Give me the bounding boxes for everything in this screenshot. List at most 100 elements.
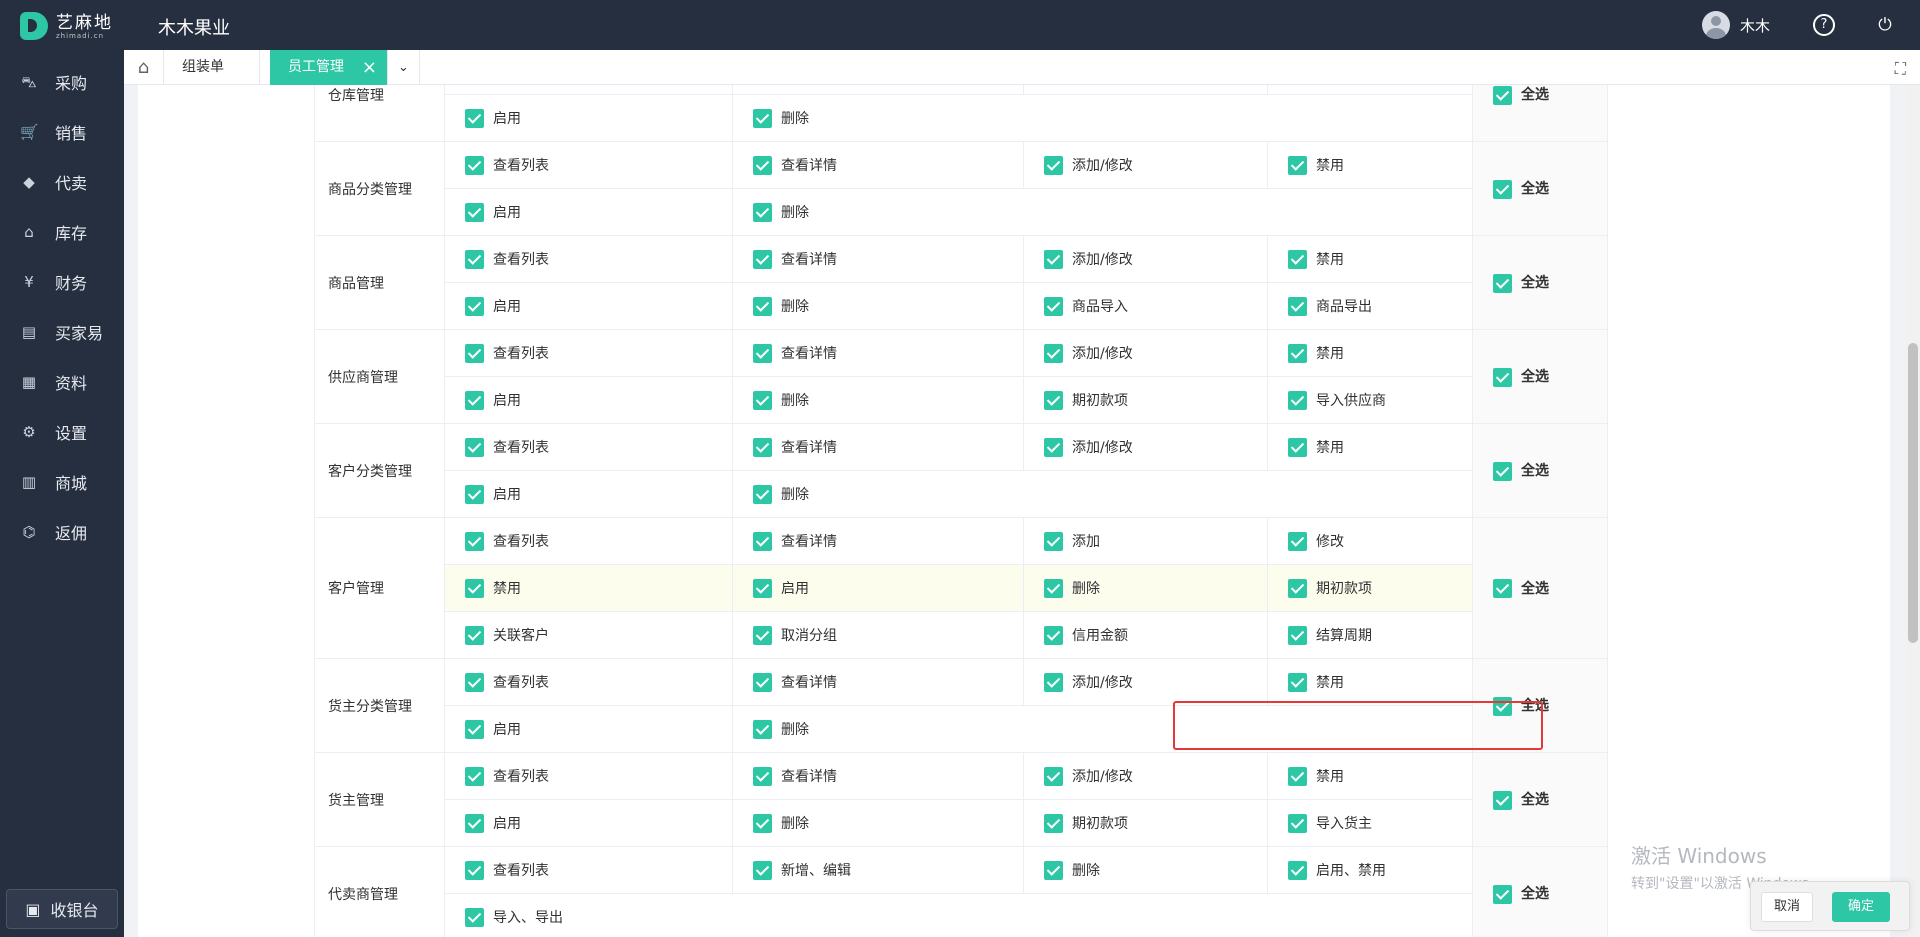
checkbox[interactable]: [753, 203, 772, 223]
checkbox[interactable]: [1044, 626, 1063, 646]
cashier-button[interactable]: ▣ 收银台: [6, 889, 118, 929]
permission-item[interactable]: 禁用: [1267, 141, 1473, 189]
permission-item[interactable]: 查看列表: [444, 517, 733, 565]
permission-item[interactable]: 查看列表: [444, 752, 733, 800]
permission-item[interactable]: 查看列表: [444, 846, 733, 894]
checkbox[interactable]: [753, 814, 772, 834]
checkbox[interactable]: [753, 156, 772, 176]
select-all[interactable]: 全选: [1472, 141, 1608, 236]
checkbox[interactable]: [465, 814, 484, 834]
checkbox[interactable]: [465, 297, 484, 317]
checkbox[interactable]: [465, 861, 484, 881]
checkbox[interactable]: [1493, 273, 1512, 293]
checkbox[interactable]: [465, 579, 484, 599]
checkbox[interactable]: [1044, 391, 1063, 411]
permission-item[interactable]: 查看列表: [444, 235, 733, 283]
checkbox[interactable]: [753, 344, 772, 364]
permission-item[interactable]: 查看列表: [444, 141, 733, 189]
permission-item[interactable]: 禁用: [1267, 752, 1473, 800]
permission-item[interactable]: 查看详情: [732, 517, 1024, 565]
checkbox[interactable]: [1044, 579, 1063, 599]
permission-item[interactable]: 启用: [444, 282, 733, 330]
permission-item[interactable]: 导入货主: [1267, 799, 1473, 847]
checkbox[interactable]: [1493, 179, 1512, 199]
checkbox[interactable]: [753, 626, 772, 646]
permission-item[interactable]: 启用: [444, 705, 733, 753]
sidebar-item-6[interactable]: ▦ 资料: [0, 357, 124, 407]
sidebar-item-5[interactable]: ▤ 买家易: [0, 307, 124, 357]
sidebar-item-2[interactable]: ◆ 代卖: [0, 157, 124, 207]
checkbox[interactable]: [465, 250, 484, 270]
permission-item[interactable]: 添加/修改: [1023, 235, 1268, 283]
permission-item[interactable]: 修改: [1267, 517, 1473, 565]
checkbox[interactable]: [1044, 297, 1063, 317]
confirm-button[interactable]: 确定: [1832, 892, 1890, 922]
checkbox[interactable]: [1288, 673, 1307, 693]
select-all[interactable]: 全选: [1472, 846, 1608, 937]
permission-item[interactable]: 启用: [444, 799, 733, 847]
checkbox[interactable]: [1044, 532, 1063, 552]
checkbox[interactable]: [465, 344, 484, 364]
permission-item[interactable]: 查看详情: [732, 658, 1024, 706]
permission-item[interactable]: 查看详情: [732, 329, 1024, 377]
user-menu[interactable]: 木木: [1701, 11, 1770, 39]
checkbox[interactable]: [1493, 85, 1512, 105]
sidebar-item-8[interactable]: ▥ 商城: [0, 457, 124, 507]
checkbox[interactable]: [1493, 461, 1512, 481]
checkbox[interactable]: [1288, 532, 1307, 552]
scroll-thumb[interactable]: [1908, 343, 1918, 643]
checkbox[interactable]: [465, 485, 484, 505]
checkbox[interactable]: [753, 250, 772, 270]
checkbox[interactable]: [1288, 344, 1307, 364]
permission-item[interactable]: 查看详情: [732, 141, 1024, 189]
checkbox[interactable]: [1044, 673, 1063, 693]
permission-item[interactable]: 添加/修改: [1023, 329, 1268, 377]
permission-item[interactable]: 禁用: [1267, 423, 1473, 471]
checkbox[interactable]: [753, 391, 772, 411]
select-all[interactable]: 全选: [1472, 235, 1608, 330]
checkbox[interactable]: [1044, 344, 1063, 364]
permission-item[interactable]: 查看列表: [444, 423, 733, 471]
fullscreen-icon[interactable]: ⛶: [1895, 59, 1906, 79]
permission-item[interactable]: 商品导出: [1267, 282, 1473, 330]
permission-item[interactable]: 删除: [732, 799, 1024, 847]
checkbox[interactable]: [1288, 861, 1307, 881]
permission-item[interactable]: 禁用: [1267, 658, 1473, 706]
permission-item[interactable]: 禁用: [1267, 235, 1473, 283]
checkbox[interactable]: [1288, 250, 1307, 270]
scrollbar[interactable]: [1906, 85, 1920, 937]
permission-item[interactable]: 启用: [444, 94, 733, 142]
permission-item[interactable]: 商品导入: [1023, 282, 1268, 330]
power-icon[interactable]: ⏻: [1874, 14, 1896, 36]
checkbox[interactable]: [1044, 767, 1063, 787]
checkbox[interactable]: [465, 720, 484, 740]
checkbox[interactable]: [753, 767, 772, 787]
permission-item[interactable]: 禁用: [444, 564, 733, 612]
chevron-down-icon[interactable]: ⌄: [388, 50, 420, 85]
permission-item[interactable]: 删除: [732, 282, 1024, 330]
permission-item[interactable]: 导入供应商: [1267, 376, 1473, 424]
permission-item[interactable]: 删除: [732, 94, 1473, 142]
select-all[interactable]: 全选: [1472, 752, 1608, 847]
permission-item[interactable]: 导入、导出: [444, 893, 1473, 937]
home-icon[interactable]: ⌂: [124, 50, 164, 85]
permission-item[interactable]: 结算周期: [1267, 611, 1473, 659]
select-all[interactable]: 全选: [1472, 517, 1608, 659]
permission-item[interactable]: 启用: [444, 470, 733, 518]
permission-item[interactable]: 查看详情: [732, 423, 1024, 471]
permission-item[interactable]: 关联客户: [444, 611, 733, 659]
checkbox[interactable]: [1288, 767, 1307, 787]
checkbox[interactable]: [1044, 861, 1063, 881]
help-icon[interactable]: ?: [1813, 14, 1835, 36]
permission-item[interactable]: 禁用: [1267, 329, 1473, 377]
logo[interactable]: 艺麻地 zhimadi.cn: [20, 12, 113, 40]
cancel-button[interactable]: 取消: [1761, 892, 1813, 922]
checkbox[interactable]: [465, 767, 484, 787]
checkbox[interactable]: [1044, 250, 1063, 270]
sidebar-item-9[interactable]: ⌬ 返佣: [0, 507, 124, 557]
checkbox[interactable]: [1288, 297, 1307, 317]
checkbox[interactable]: [1493, 790, 1512, 810]
permission-item[interactable]: 添加/修改: [1023, 658, 1268, 706]
checkbox[interactable]: [1044, 814, 1063, 834]
permission-item[interactable]: 添加/修改: [1023, 423, 1268, 471]
